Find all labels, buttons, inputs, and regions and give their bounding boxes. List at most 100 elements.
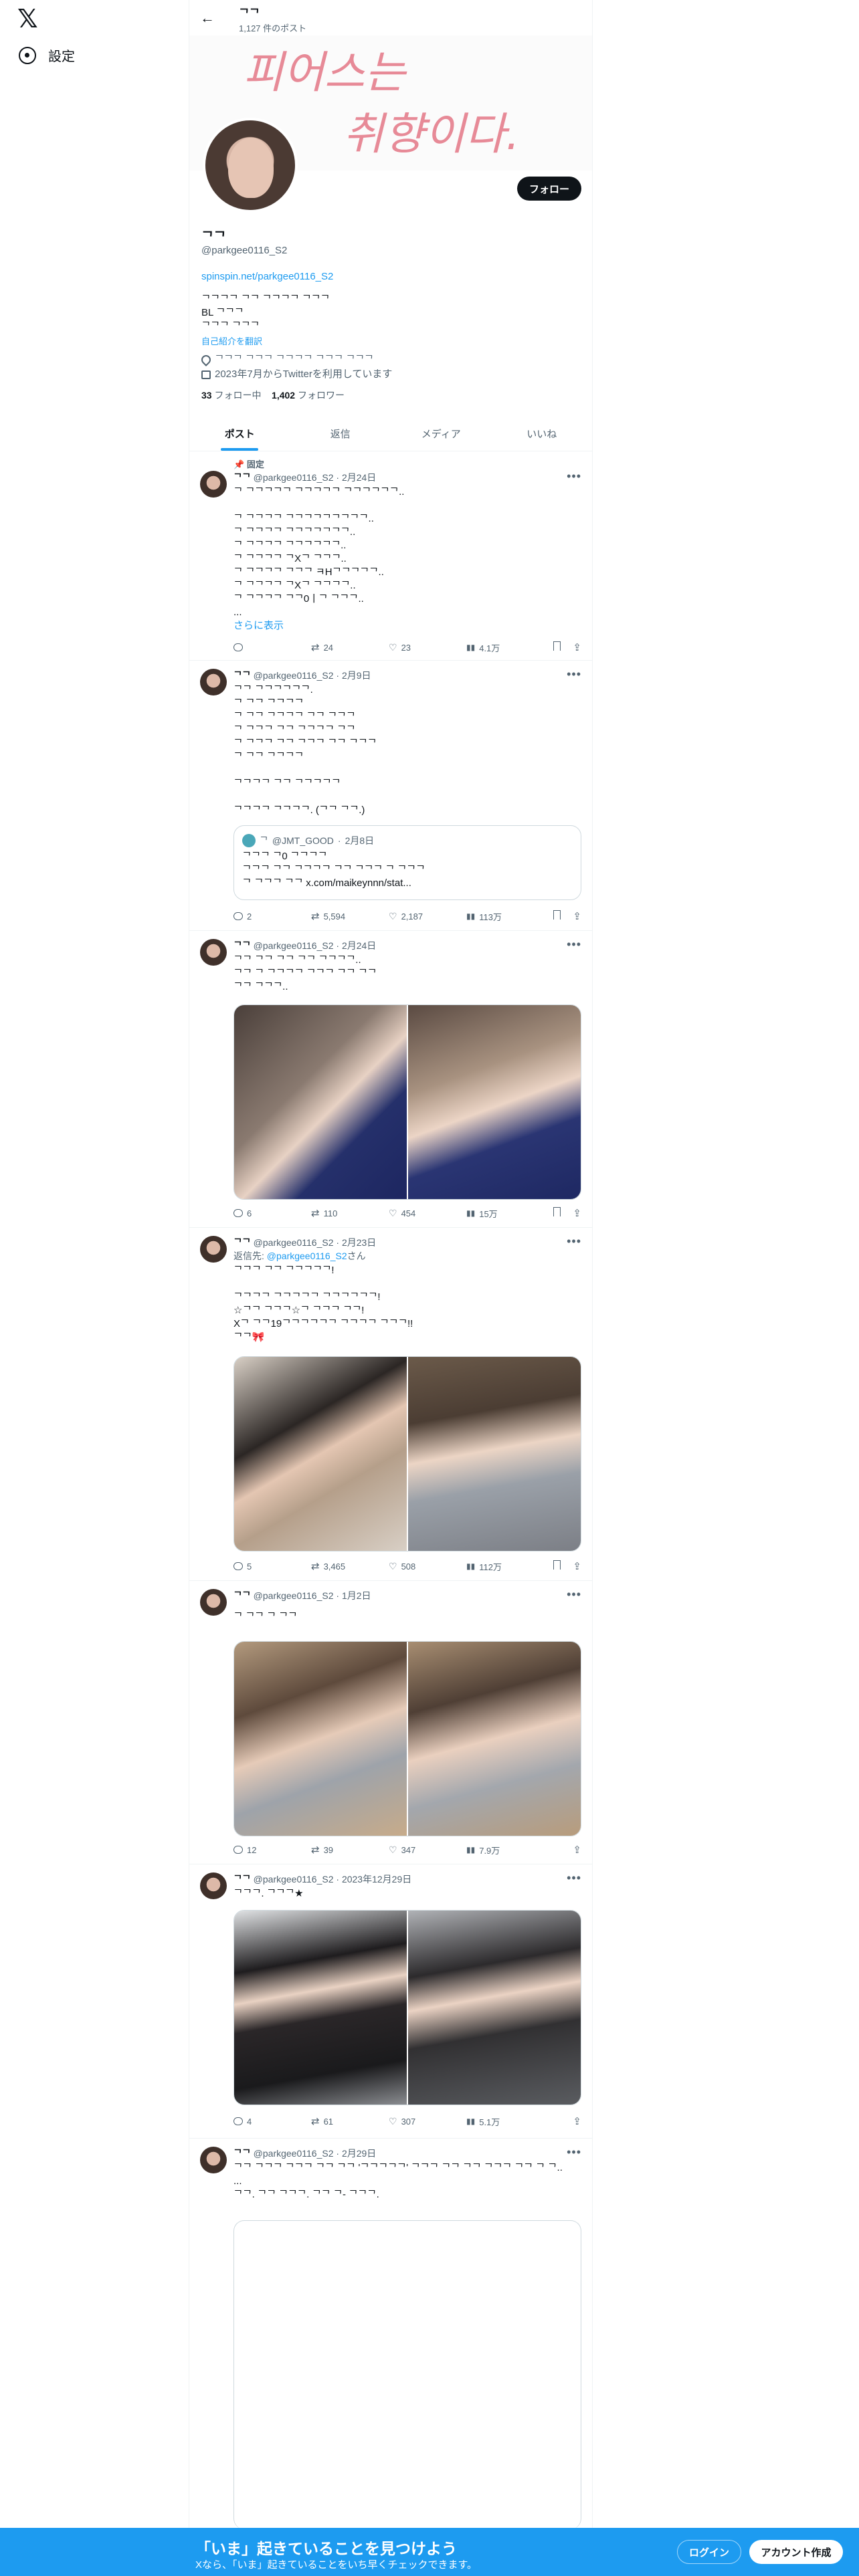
share-icon[interactable]: ⇪ — [573, 910, 581, 922]
post-author[interactable]: ᄀᄀ — [233, 1874, 251, 1885]
tab-posts[interactable]: ポスト — [189, 416, 290, 451]
post-author[interactable]: ᄀᄀ — [233, 1237, 251, 1248]
link-card[interactable] — [233, 2220, 581, 2529]
post-photo[interactable] — [408, 1911, 581, 2105]
x-logo-icon[interactable]: 𝕏 — [17, 7, 43, 32]
post-avatar[interactable] — [200, 1236, 227, 1263]
post-author[interactable]: ᄀᄀ — [233, 2148, 251, 2159]
bookmark-icon[interactable] — [553, 910, 561, 920]
post-avatar[interactable] — [200, 1589, 227, 1616]
post-date[interactable]: 2月9日 — [342, 670, 371, 681]
reply-button[interactable]: 4 — [233, 2117, 311, 2127]
views-button[interactable]: ▮▮ 5.1万 — [466, 2115, 544, 2128]
post[interactable]: 📌 固定 ••• ᄀᄀ @parkgee0116_S2 · 2月24日 ᄀ ᄀᄀ… — [189, 452, 592, 661]
retweet-button[interactable]: ⇄ 24 — [311, 641, 389, 653]
views-button[interactable]: ▮▮ 4.1万 — [466, 641, 544, 654]
reply-button[interactable]: 12 — [233, 1845, 311, 1855]
retweet-button[interactable]: ⇄ 110 — [311, 1207, 389, 1219]
post-handle[interactable]: @parkgee0116_S2 — [254, 1237, 334, 1248]
post[interactable]: ••• ᄀᄀ @parkgee0116_S2 · 1月2日 ᄀ ᄀᄀ ᄀ ᄀᄀ … — [189, 1581, 592, 1864]
post-date[interactable]: 2月24日 — [342, 472, 376, 483]
create-account-button[interactable]: アカウント作成 — [749, 2540, 843, 2564]
like-button[interactable]: ♡ 347 — [389, 1844, 466, 1856]
post-author[interactable]: ᄀᄀ — [233, 670, 251, 681]
profile-avatar[interactable] — [203, 118, 298, 213]
like-button[interactable]: ♡ 508 — [389, 1561, 466, 1572]
post-avatar[interactable] — [200, 669, 227, 695]
back-arrow-icon[interactable]: ← — [200, 9, 215, 27]
share-icon[interactable]: ⇪ — [573, 1560, 581, 1572]
reply-to-handle[interactable]: @parkgee0116_S2 — [267, 1251, 347, 1261]
post-photo[interactable] — [408, 1357, 581, 1551]
post-date[interactable]: 2月24日 — [342, 940, 376, 951]
share-icon[interactable]: ⇪ — [573, 1844, 581, 1856]
post[interactable]: ••• ᄀᄀ @parkgee0116_S2 · 2月29日 ᄀᄀ ᄀᄀᄀ ᄀᄀ… — [189, 2139, 592, 2529]
like-button[interactable]: ♡ 307 — [389, 2116, 466, 2127]
reply-button[interactable] — [233, 643, 311, 651]
share-icon[interactable]: ⇪ — [573, 2115, 581, 2127]
views-button[interactable]: ▮▮ 7.9万 — [466, 1844, 544, 1856]
post-handle[interactable]: @parkgee0116_S2 — [254, 940, 334, 951]
views-button[interactable]: ▮▮ 15万 — [466, 1207, 544, 1220]
quoted-post[interactable]: ᄀ @JMT_GOOD · 2月8日 ᄀᄀᄀ ᄀ0 ᄀᄀᄀᄀ ᄀᄀᄀ ᄀᄀ ᄀᄀᄀᄀ … — [233, 825, 581, 900]
post-handle[interactable]: @parkgee0116_S2 — [254, 1590, 334, 1601]
post-date[interactable]: 2月23日 — [342, 1237, 376, 1248]
views-button[interactable]: ▮▮ 112万 — [466, 1560, 544, 1573]
post-author[interactable]: ᄀᄀ — [233, 940, 251, 951]
post-avatar[interactable] — [200, 471, 227, 498]
post-photo[interactable] — [234, 1911, 407, 2105]
reply-button[interactable]: 5 — [233, 1562, 311, 1572]
post[interactable]: ••• ᄀᄀ @parkgee0116_S2 · 2月23日 返信先: @par… — [189, 1228, 592, 1581]
post[interactable]: ••• ᄀᄀ @parkgee0116_S2 · 2月9日 ᄀᄀ ᄀᄀᄀᄀᄀᄀ.… — [189, 661, 592, 931]
profile-link[interactable]: spinspin.net/parkgee0116_S2 — [201, 271, 583, 282]
post-media[interactable] — [233, 1004, 581, 1200]
tab-replies[interactable]: 返信 — [290, 416, 391, 451]
follow-button[interactable]: フォロー — [517, 177, 581, 201]
post-handle[interactable]: @parkgee0116_S2 — [254, 472, 334, 483]
followers-link[interactable]: 1,402 フォロワー — [272, 390, 345, 401]
post-photo[interactable] — [234, 1005, 407, 1199]
following-link[interactable]: 33 フォロー中 — [201, 390, 261, 401]
bookmark-icon[interactable] — [553, 1207, 561, 1216]
post-handle[interactable]: @parkgee0116_S2 — [254, 1874, 334, 1885]
post-date[interactable]: 1月2日 — [342, 1590, 371, 1601]
post-avatar[interactable] — [200, 2147, 227, 2173]
tab-likes[interactable]: いいね — [492, 416, 593, 451]
like-button[interactable]: ♡ 2,187 — [389, 911, 466, 922]
post-media[interactable] — [233, 1641, 581, 1836]
tab-media[interactable]: メディア — [391, 416, 492, 451]
post[interactable]: ••• ᄀᄀ @parkgee0116_S2 · 2023年12月29日 ᄀᄀᄀ… — [189, 1864, 592, 2139]
views-button[interactable]: ▮▮ 113万 — [466, 910, 544, 923]
nav-item-settings[interactable]: 設定 — [19, 45, 75, 65]
post-photo[interactable] — [234, 1642, 407, 1836]
post-media[interactable] — [233, 1356, 581, 1551]
post-avatar[interactable] — [200, 939, 227, 966]
like-button[interactable]: ♡ 23 — [389, 642, 466, 653]
post-date[interactable]: 2023年12月29日 — [342, 1874, 411, 1885]
login-button[interactable]: ログイン — [677, 2540, 741, 2564]
post-photo[interactable] — [408, 1642, 581, 1836]
post-handle[interactable]: @parkgee0116_S2 — [254, 670, 334, 681]
translate-bio-link[interactable]: 自己紹介を翻訳 — [201, 334, 583, 347]
post-photo[interactable] — [408, 1005, 581, 1199]
post-author[interactable]: ᄀᄀ — [233, 1590, 251, 1601]
post-avatar[interactable] — [200, 1872, 227, 1899]
post-author[interactable]: ᄀᄀ — [233, 472, 251, 483]
bookmark-icon[interactable] — [553, 641, 561, 651]
post-photo[interactable] — [234, 1357, 407, 1551]
like-button[interactable]: ♡ 454 — [389, 1208, 466, 1219]
show-more-link[interactable]: さらに表示 — [233, 619, 581, 633]
reply-button[interactable]: 6 — [233, 1208, 311, 1218]
post-handle[interactable]: @parkgee0116_S2 — [254, 2148, 334, 2159]
post-date[interactable]: 2月29日 — [342, 2148, 376, 2159]
post[interactable]: ••• ᄀᄀ @parkgee0116_S2 · 2月24日 ᄀᄀ ᄀᄀ ᄀᄀ … — [189, 931, 592, 1228]
share-icon[interactable]: ⇪ — [573, 1207, 581, 1219]
post-media[interactable] — [233, 1910, 581, 2105]
retweet-button[interactable]: ⇄ 3,465 — [311, 1560, 389, 1572]
share-icon[interactable]: ⇪ — [573, 641, 581, 653]
retweet-button[interactable]: ⇄ 5,594 — [311, 910, 389, 922]
bookmark-icon[interactable] — [553, 1560, 561, 1570]
retweet-button[interactable]: ⇄ 61 — [311, 2115, 389, 2127]
retweet-button[interactable]: ⇄ 39 — [311, 1844, 389, 1856]
reply-button[interactable]: 2 — [233, 911, 311, 922]
